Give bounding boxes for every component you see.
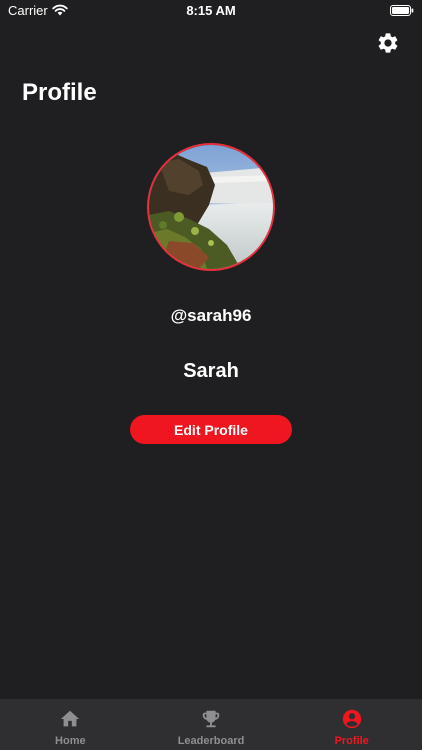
gear-icon	[378, 33, 398, 53]
tab-leaderboard[interactable]: Leaderboard	[141, 699, 282, 750]
tab-bar: Home Leaderboard Profile	[0, 699, 422, 750]
status-bar: Carrier 8:15 AM	[0, 0, 422, 22]
avatar[interactable]	[147, 143, 275, 271]
tab-profile-label: Profile	[334, 735, 369, 747]
page-title: Profile	[22, 79, 97, 106]
trophy-icon	[202, 710, 220, 728]
profile-screen: Carrier 8:15 AM Profile @sarah96 Sarah E…	[0, 0, 422, 750]
display-name: Sarah	[183, 360, 239, 382]
clock-time: 8:15 AM	[186, 3, 236, 18]
battery-icon	[390, 5, 414, 16]
tab-home[interactable]: Home	[0, 699, 141, 750]
tab-leaderboard-label: Leaderboard	[177, 735, 245, 747]
settings-button[interactable]	[376, 31, 400, 55]
tab-profile[interactable]: Profile	[281, 699, 422, 750]
tab-home-label: Home	[55, 735, 86, 747]
user-circle-icon	[342, 709, 361, 729]
home-icon	[61, 710, 80, 727]
edit-profile-button[interactable]: Edit Profile	[130, 415, 292, 444]
waterfall-photo	[149, 145, 273, 269]
username: @sarah96	[170, 306, 252, 325]
